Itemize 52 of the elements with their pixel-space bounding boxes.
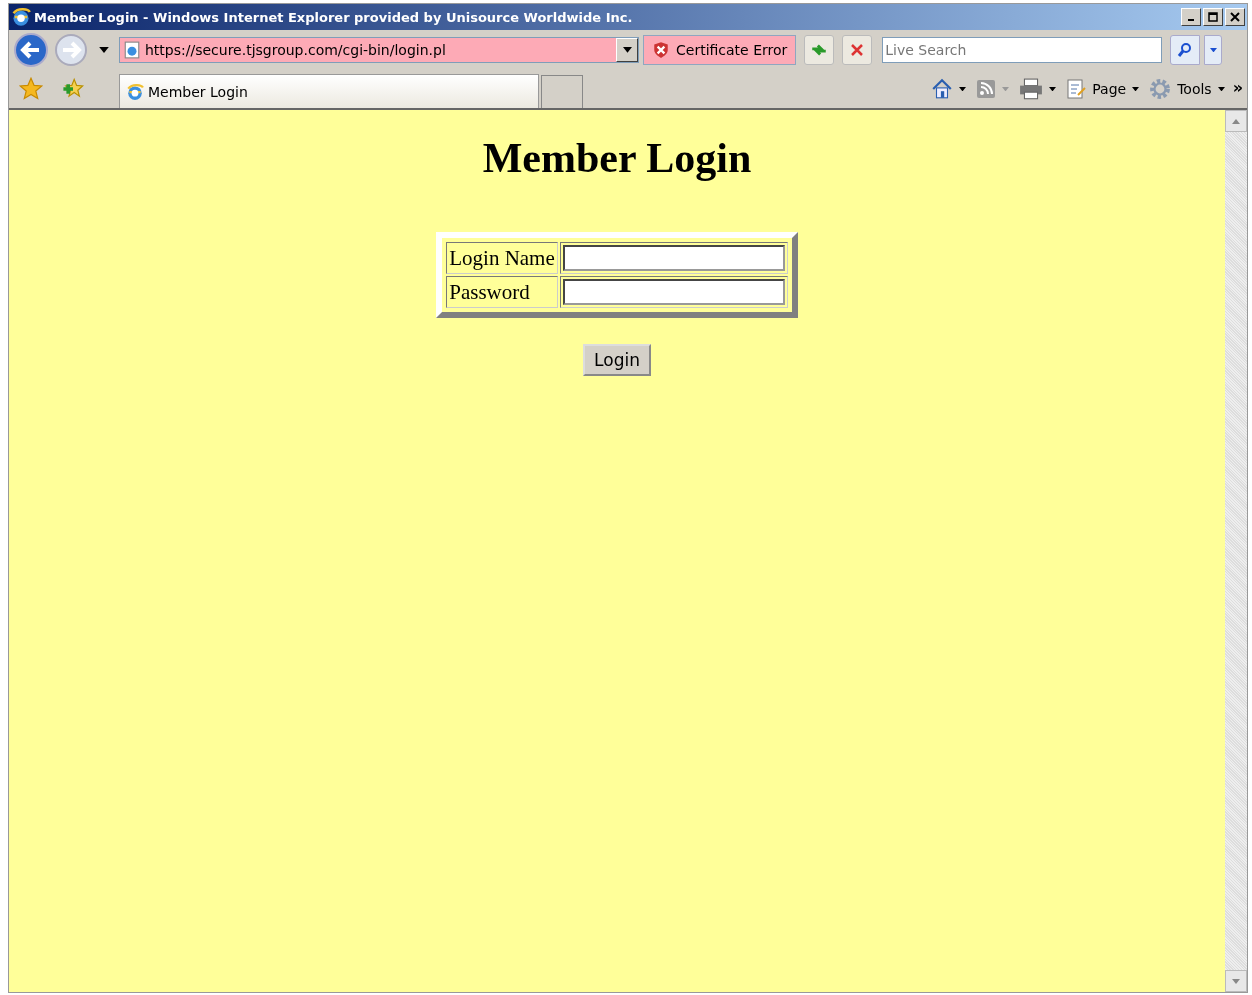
arrow-up-icon	[1232, 118, 1240, 124]
field-label: Password	[446, 276, 558, 308]
caret-icon	[1209, 47, 1217, 53]
print-button[interactable]	[1017, 78, 1059, 100]
stop-button[interactable]	[842, 35, 873, 65]
search-options-button[interactable]	[1204, 35, 1223, 65]
printer-icon	[1019, 78, 1044, 100]
browser-logo-icon	[11, 7, 31, 27]
tools-menu-button[interactable]: Tools	[1147, 78, 1227, 100]
refresh-button[interactable]	[804, 35, 835, 65]
close-icon	[1230, 12, 1240, 22]
page-menu-button[interactable]: Page	[1064, 79, 1142, 99]
certificate-error-button[interactable]: Certificate Error	[643, 35, 797, 65]
window-title: Member Login - Windows Internet Explorer provided by Unisource Worldwide Inc.	[34, 9, 634, 25]
login-button[interactable]: Login	[583, 344, 651, 376]
browser-logo-icon	[126, 82, 144, 101]
house-icon	[931, 78, 954, 100]
caret-icon[interactable]	[99, 47, 109, 53]
browser-tab[interactable]: Member Login	[119, 74, 539, 108]
more-commands-button[interactable]: »	[1232, 78, 1243, 97]
address-field[interactable]: https://secure.tjsgroup.com/cgi-bin/login.pl	[119, 37, 639, 63]
minimize-icon	[1188, 19, 1194, 21]
page-heading: Member Login	[482, 134, 752, 182]
scroll-up-button[interactable]	[1225, 110, 1247, 132]
caret-icon	[1049, 86, 1057, 92]
scroll-down-button[interactable]	[1225, 970, 1247, 992]
search-button[interactable]	[1170, 35, 1201, 65]
feed-icon	[976, 79, 997, 99]
minimize-button[interactable]	[1181, 8, 1201, 26]
gear-icon	[1149, 78, 1172, 100]
shield-icon	[652, 41, 670, 59]
stop-icon	[849, 42, 866, 58]
input-field[interactable]	[562, 279, 785, 305]
document-icon	[1066, 79, 1087, 99]
caret-icon	[1217, 86, 1225, 92]
search-icon	[1177, 42, 1194, 58]
dropdown-button[interactable]	[616, 38, 638, 62]
input-field[interactable]	[562, 245, 785, 271]
arrow-down-icon	[1232, 978, 1240, 984]
maximize-icon	[1208, 12, 1218, 22]
close-button[interactable]	[1225, 8, 1245, 26]
star-icon[interactable]	[19, 77, 43, 101]
search-field[interactable]: Live Search	[882, 37, 1163, 63]
caret-icon	[959, 86, 967, 92]
back-button[interactable]	[13, 32, 49, 68]
caret-icon	[622, 47, 632, 53]
maximize-button[interactable]	[1203, 8, 1223, 26]
field-label: Login Name	[446, 242, 558, 274]
page-icon	[123, 41, 141, 59]
scrollbar[interactable]	[1225, 110, 1247, 992]
caret-icon	[1002, 86, 1010, 92]
caret-icon	[1132, 86, 1140, 92]
